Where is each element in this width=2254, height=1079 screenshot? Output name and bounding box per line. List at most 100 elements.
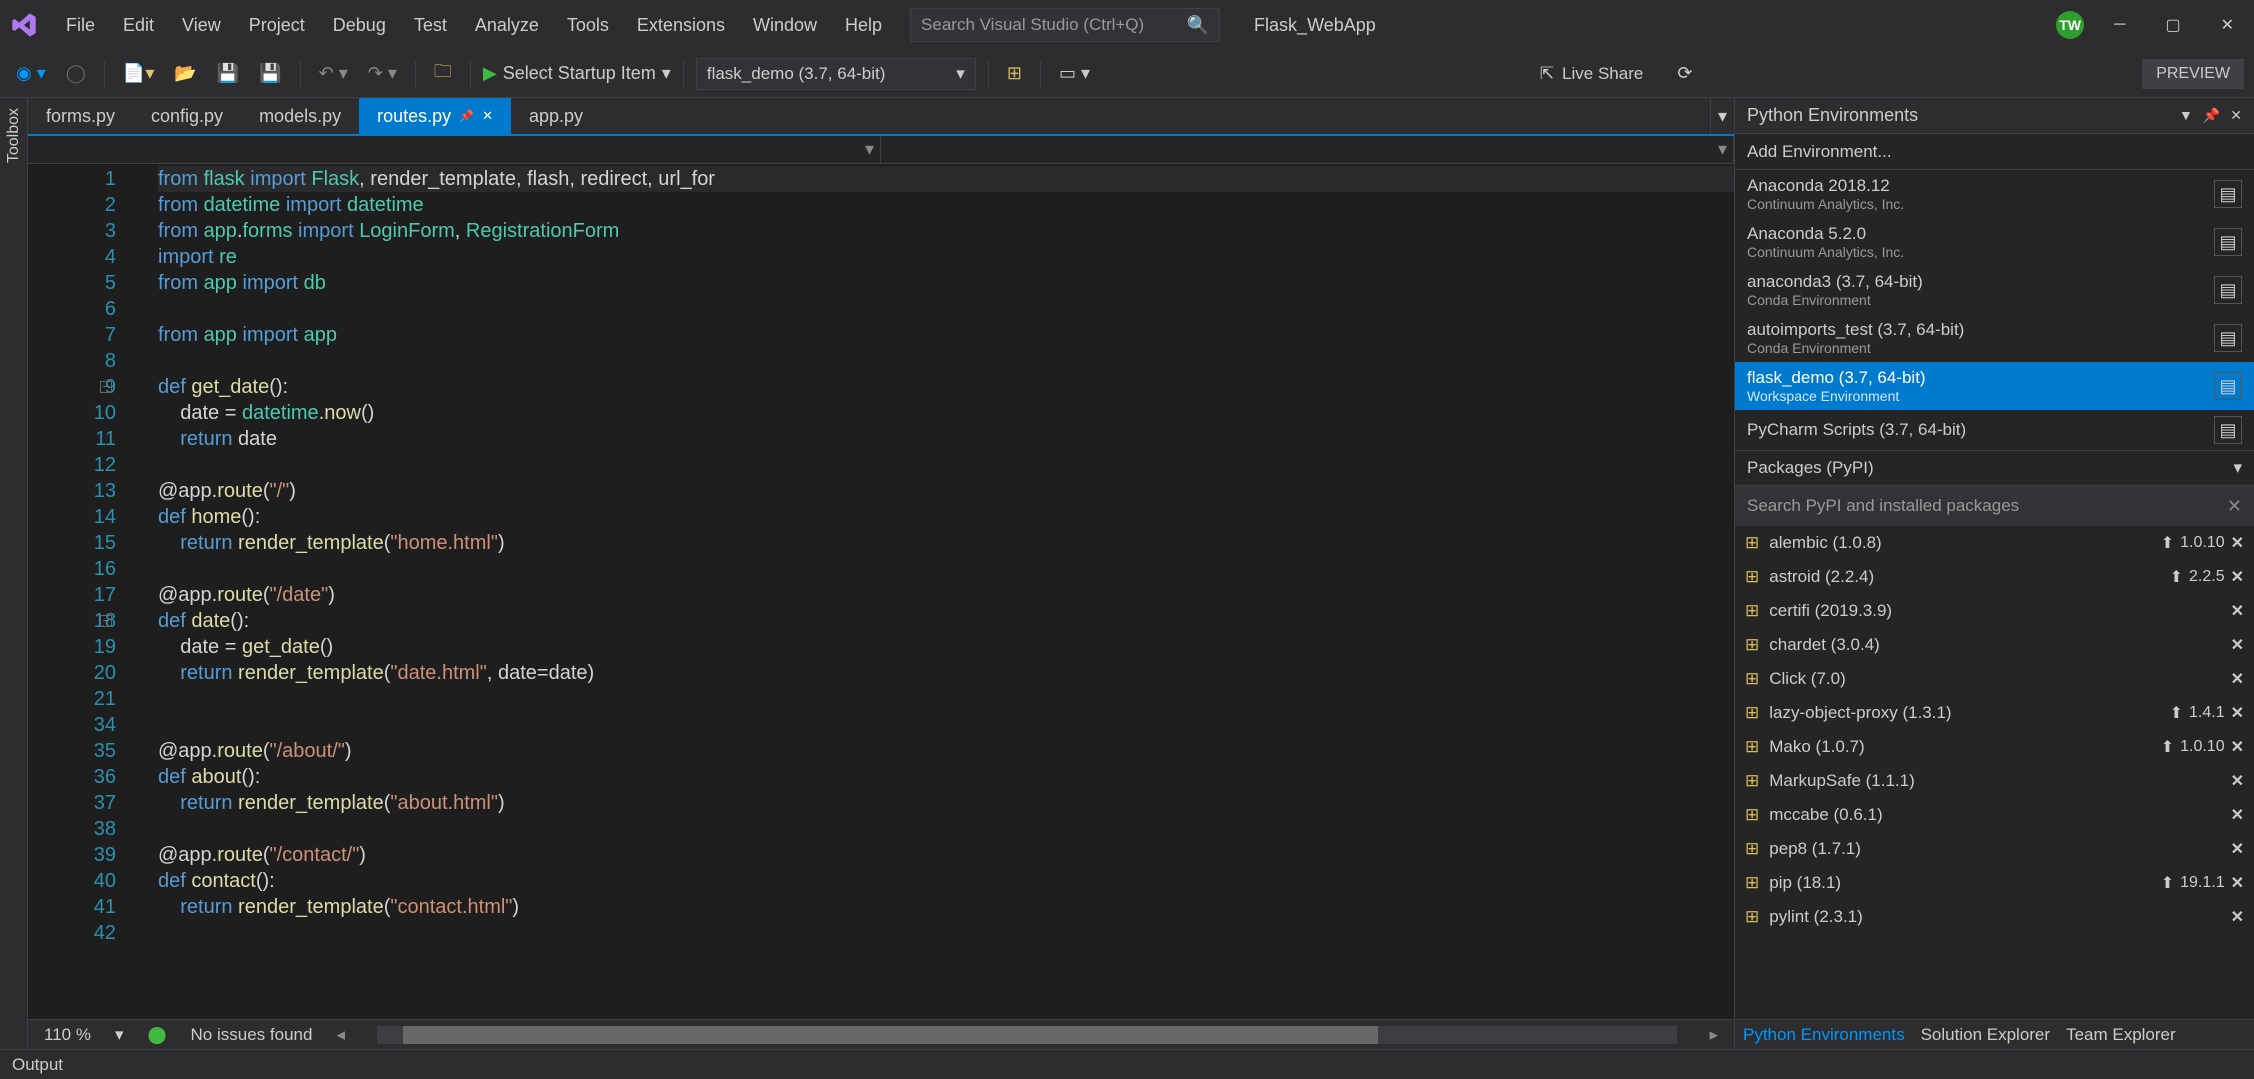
zoom-level[interactable]: 110 %: [44, 1025, 91, 1045]
menu-file[interactable]: File: [52, 8, 109, 43]
open-interactive-icon[interactable]: ▤: [2214, 416, 2242, 444]
search-input[interactable]: [921, 15, 1187, 35]
update-icon[interactable]: ⬆: [2161, 873, 2174, 893]
package-item[interactable]: ⊞mccabe (0.6.1)✕: [1735, 798, 2254, 832]
remove-icon[interactable]: ✕: [2231, 533, 2244, 553]
menu-view[interactable]: View: [168, 8, 235, 43]
open-icon[interactable]: 📂: [168, 59, 202, 88]
package-item[interactable]: ⊞MarkupSafe (1.1.1)✕: [1735, 764, 2254, 798]
update-icon[interactable]: ⬆: [2161, 737, 2174, 757]
nav-back-icon[interactable]: ◉ ▾: [10, 59, 52, 88]
remove-icon[interactable]: ✕: [2231, 601, 2244, 621]
open-interactive-icon[interactable]: ▤: [2214, 324, 2242, 352]
undo-icon[interactable]: ↶ ▾: [313, 59, 354, 88]
menu-test[interactable]: Test: [400, 8, 461, 43]
tab-config-py[interactable]: config.py: [133, 98, 241, 134]
preview-button[interactable]: PREVIEW: [2142, 59, 2244, 89]
env-item[interactable]: Anaconda 2018.12Continuum Analytics, Inc…: [1735, 170, 2254, 218]
live-share-button[interactable]: ⇱ Live Share: [1540, 64, 1644, 84]
window-layout-icon[interactable]: ▭ ▾: [1053, 59, 1096, 88]
footer-tab[interactable]: Solution Explorer: [1921, 1025, 2050, 1045]
tab-routes-py[interactable]: routes.py 📌 ✕: [359, 98, 511, 134]
package-item[interactable]: ⊞lazy-object-proxy (1.3.1)⬆1.4.1✕: [1735, 696, 2254, 730]
package-item[interactable]: ⊞astroid (2.2.4)⬆2.2.5✕: [1735, 560, 2254, 594]
env-item[interactable]: anaconda3 (3.7, 64-bit)Conda Environment…: [1735, 266, 2254, 314]
save-icon[interactable]: 💾: [211, 59, 245, 88]
package-search-input[interactable]: [1747, 496, 2227, 516]
add-environment-button[interactable]: Add Environment...: [1735, 134, 2254, 170]
update-icon[interactable]: ⬆: [2170, 567, 2183, 587]
pin-icon[interactable]: 📌: [459, 109, 474, 123]
env-item[interactable]: flask_demo (3.7, 64-bit)Workspace Enviro…: [1735, 362, 2254, 410]
save-all-icon[interactable]: 💾: [253, 59, 287, 88]
tab-forms-py[interactable]: forms.py: [28, 98, 133, 134]
packages-dropdown[interactable]: Packages (PyPI) ▾: [1735, 450, 2254, 486]
open-interactive-icon[interactable]: ▤: [2214, 180, 2242, 208]
open-interactive-icon[interactable]: ▤: [2214, 372, 2242, 400]
user-avatar[interactable]: TW: [2056, 11, 2084, 39]
close-button[interactable]: ✕: [2211, 10, 2244, 40]
dropdown-icon[interactable]: ▼: [2179, 107, 2193, 124]
env-item[interactable]: PyCharm Scripts (3.7, 64-bit)▤: [1735, 410, 2254, 450]
menu-edit[interactable]: Edit: [109, 8, 168, 43]
update-icon[interactable]: ⬆: [2170, 703, 2183, 723]
remove-icon[interactable]: ✕: [2231, 703, 2244, 723]
package-search[interactable]: ✕: [1735, 486, 2254, 526]
tab-app-py[interactable]: app.py: [511, 98, 601, 134]
code-editor[interactable]: 123456789−101112131415161718−19202134353…: [28, 164, 1734, 1019]
clear-icon[interactable]: ✕: [2227, 496, 2242, 517]
package-item[interactable]: ⊞alembic (1.0.8)⬆1.0.10✕: [1735, 526, 2254, 560]
remove-icon[interactable]: ✕: [2231, 771, 2244, 791]
tab-models-py[interactable]: models.py: [241, 98, 359, 134]
remove-icon[interactable]: ✕: [2231, 873, 2244, 893]
h-scrollbar[interactable]: [377, 1026, 1677, 1044]
package-item[interactable]: ⊞Click (7.0)✕: [1735, 662, 2254, 696]
env-item[interactable]: autoimports_test (3.7, 64-bit)Conda Envi…: [1735, 314, 2254, 362]
close-icon[interactable]: ✕: [2230, 107, 2242, 124]
open-interactive-icon[interactable]: ▤: [2214, 228, 2242, 256]
context-scope[interactable]: ▾: [28, 136, 881, 163]
package-item[interactable]: ⊞pip (18.1)⬆19.1.1✕: [1735, 866, 2254, 900]
update-icon[interactable]: ⬆: [2161, 533, 2174, 553]
remove-icon[interactable]: ✕: [2231, 839, 2244, 859]
new-item-icon[interactable]: 📄▾: [117, 59, 160, 88]
open-interactive-icon[interactable]: ▤: [2214, 276, 2242, 304]
env-item[interactable]: Anaconda 5.2.0Continuum Analytics, Inc.▤: [1735, 218, 2254, 266]
redo-icon[interactable]: ↷ ▾: [362, 59, 403, 88]
dropdown-icon[interactable]: ▾: [115, 1025, 124, 1045]
minimize-button[interactable]: ─: [2104, 11, 2135, 39]
toolbox-tab[interactable]: Toolbox: [0, 98, 28, 1049]
start-button[interactable]: ▶ Select Startup Item ▾: [483, 63, 671, 84]
feedback-icon[interactable]: ⟳: [1671, 59, 1698, 88]
package-item[interactable]: ⊞pylint (2.3.1)✕: [1735, 900, 2254, 934]
package-item[interactable]: ⊞pep8 (1.7.1)✕: [1735, 832, 2254, 866]
remove-icon[interactable]: ✕: [2231, 737, 2244, 757]
output-panel-tab[interactable]: Output: [0, 1049, 2254, 1079]
package-icon[interactable]: ⊞: [1001, 59, 1028, 88]
pin-icon[interactable]: 📌: [2203, 107, 2220, 124]
menu-tools[interactable]: Tools: [553, 8, 623, 43]
maximize-button[interactable]: ▢: [2155, 10, 2190, 40]
config-dropdown[interactable]: flask_demo (3.7, 64-bit) ▾: [696, 58, 976, 90]
footer-tab[interactable]: Team Explorer: [2066, 1025, 2176, 1045]
menu-window[interactable]: Window: [739, 8, 831, 43]
folder-icon[interactable]: 🗀: [428, 55, 458, 93]
menu-debug[interactable]: Debug: [319, 8, 400, 43]
context-member[interactable]: ▾: [881, 136, 1734, 163]
menu-help[interactable]: Help: [831, 8, 896, 43]
package-item[interactable]: ⊞chardet (3.0.4)✕: [1735, 628, 2254, 662]
nav-fwd-icon[interactable]: ◯: [60, 59, 92, 88]
package-item[interactable]: ⊞Mako (1.0.7)⬆1.0.10✕: [1735, 730, 2254, 764]
menu-analyze[interactable]: Analyze: [461, 8, 553, 43]
footer-tab[interactable]: Python Environments: [1743, 1025, 1905, 1045]
remove-icon[interactable]: ✕: [2231, 907, 2244, 927]
code-text[interactable]: from flask import Flask, render_template…: [138, 164, 1734, 1019]
close-icon[interactable]: ✕: [482, 108, 493, 124]
search-box[interactable]: 🔍: [910, 8, 1220, 42]
tab-overflow[interactable]: ▾: [1710, 98, 1734, 134]
menu-project[interactable]: Project: [235, 8, 319, 43]
menu-extensions[interactable]: Extensions: [623, 8, 739, 43]
remove-icon[interactable]: ✕: [2231, 635, 2244, 655]
remove-icon[interactable]: ✕: [2231, 805, 2244, 825]
remove-icon[interactable]: ✕: [2231, 669, 2244, 689]
